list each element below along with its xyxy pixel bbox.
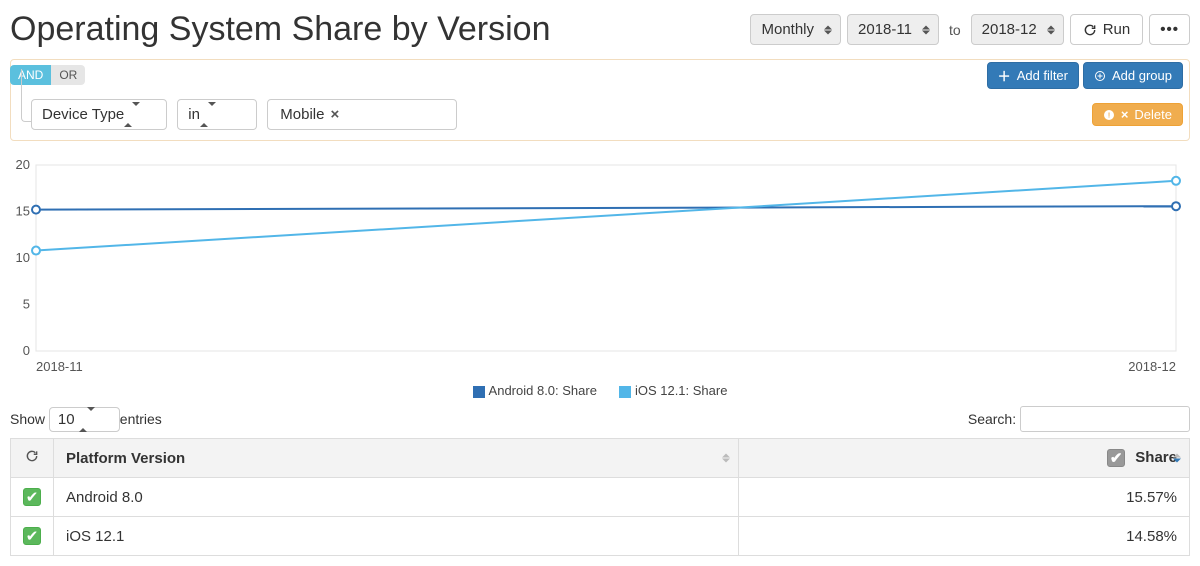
svg-text:2018-11: 2018-11	[36, 359, 83, 374]
line-chart: 0 5 10 15 20 2018-11 2018-12	[10, 155, 1190, 385]
filter-bar: AND OR ＋Add filter Add group Device Type…	[10, 59, 1190, 141]
legend-item: iOS 12.1: Share	[619, 383, 728, 398]
svg-text:2018-12: 2018-12	[1128, 359, 1176, 374]
refresh-icon	[1083, 23, 1097, 37]
plus-icon: ＋	[998, 66, 1011, 85]
filter-field-select[interactable]: Device Type	[31, 99, 167, 130]
entries-control: Show 10 entries	[10, 411, 162, 428]
search-control: Search:	[968, 406, 1190, 432]
caret-icon	[124, 102, 140, 127]
close-icon: ×	[1121, 107, 1129, 122]
svg-text:5: 5	[23, 297, 30, 312]
run-button[interactable]: Run	[1070, 14, 1144, 45]
col-platform[interactable]: Platform Version	[54, 439, 739, 478]
col-share[interactable]: ✔ Share	[739, 439, 1190, 478]
to-label: to	[945, 22, 965, 38]
sort-desc-icon	[1173, 454, 1181, 463]
refresh-header[interactable]	[11, 439, 54, 478]
table-row: ✔ iOS 12.114.58%	[11, 517, 1190, 556]
add-group-button[interactable]: Add group	[1083, 62, 1183, 89]
svg-text:10: 10	[16, 250, 30, 265]
svg-text:0: 0	[23, 343, 30, 358]
filter-operator-select[interactable]: in	[177, 99, 257, 130]
logic-or[interactable]: OR	[51, 65, 85, 85]
granularity-value: Monthly	[761, 21, 814, 38]
caret-icon	[1047, 25, 1055, 34]
date-to-select[interactable]: 2018-12	[971, 14, 1064, 45]
filter-tag: Mobile ×	[276, 105, 343, 124]
delete-filter-button[interactable]: ! × Delete	[1092, 103, 1183, 126]
column-toggle-icon[interactable]: ✔	[1107, 449, 1125, 467]
cell-share: 15.57%	[739, 478, 1190, 517]
date-from-select[interactable]: 2018-11	[847, 14, 939, 45]
warning-icon: !	[1103, 109, 1115, 121]
chart-legend: Android 8.0: Share iOS 12.1: Share	[10, 383, 1190, 398]
table-row: ✔ Android 8.015.57%	[11, 478, 1190, 517]
search-input[interactable]	[1020, 406, 1190, 432]
ellipsis-icon: •••	[1160, 21, 1179, 38]
refresh-icon	[25, 449, 39, 463]
cell-platform: Android 8.0	[54, 478, 739, 517]
row-check-cell[interactable]: ✔	[11, 517, 54, 556]
svg-text:15: 15	[16, 204, 30, 219]
svg-text:20: 20	[16, 157, 30, 172]
cell-share: 14.58%	[739, 517, 1190, 556]
checkbox-icon[interactable]: ✔	[23, 488, 41, 506]
more-button[interactable]: •••	[1149, 14, 1190, 45]
svg-text:!: !	[1108, 112, 1110, 119]
date-to-value: 2018-12	[982, 21, 1037, 38]
date-from-value: 2018-11	[858, 21, 912, 38]
legend-item: Android 8.0: Share	[473, 383, 597, 398]
results-table: Platform Version ✔ Share ✔ Android 8.015.…	[10, 438, 1190, 556]
caret-icon	[922, 25, 930, 34]
checkbox-icon[interactable]: ✔	[23, 527, 41, 545]
granularity-select[interactable]: Monthly	[750, 14, 841, 45]
circle-plus-icon	[1094, 70, 1106, 82]
legend-swatch	[473, 386, 485, 398]
page-title: Operating System Share by Version	[10, 10, 551, 49]
remove-tag-icon[interactable]: ×	[330, 106, 339, 123]
row-check-cell[interactable]: ✔	[11, 478, 54, 517]
legend-swatch	[619, 386, 631, 398]
sort-icon	[722, 454, 730, 463]
caret-icon	[200, 102, 216, 127]
filter-value-input[interactable]: Mobile ×	[267, 99, 457, 130]
caret-icon	[79, 407, 95, 432]
caret-icon	[824, 25, 832, 34]
cell-platform: iOS 12.1	[54, 517, 739, 556]
page-size-select[interactable]: 10	[49, 407, 120, 432]
add-filter-button[interactable]: ＋Add filter	[987, 62, 1079, 89]
search-label: Search:	[968, 411, 1016, 427]
run-label: Run	[1103, 21, 1131, 38]
